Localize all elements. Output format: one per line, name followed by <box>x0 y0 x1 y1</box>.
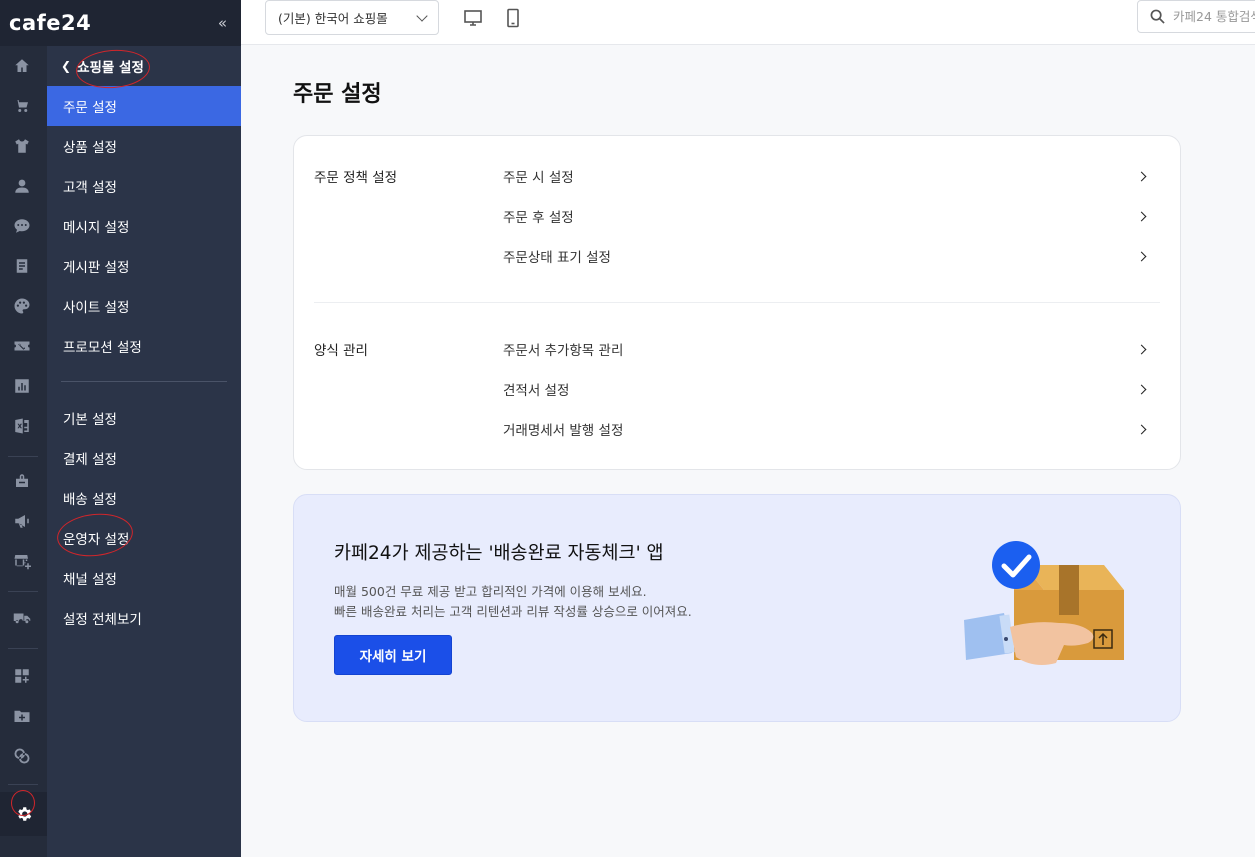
link-after-order-settings[interactable]: 주문 후 설정 <box>503 201 1149 231</box>
subnav-item-customer-settings[interactable]: 고객 설정 <box>47 166 241 206</box>
top-bar: (기본) 한국어 쇼핑몰 <box>241 0 1255 45</box>
chart-icon[interactable] <box>12 376 32 396</box>
apps-plus-icon[interactable] <box>12 666 32 686</box>
subnav-divider <box>61 381 227 382</box>
chat-icon[interactable] <box>12 216 32 236</box>
mobile-icon[interactable] <box>503 8 523 28</box>
coupon-icon[interactable] <box>12 336 32 356</box>
icon-rail <box>0 46 47 857</box>
chevron-right-icon <box>1136 171 1147 181</box>
link-label: 주문상태 표기 설정 <box>503 250 611 266</box>
promo-title: 카페24가 제공하는 '배송완료 자동체크' 앱 <box>334 543 664 564</box>
home-icon[interactable] <box>12 56 32 76</box>
chevron-right-icon <box>1136 344 1147 354</box>
palette-icon[interactable] <box>12 296 32 316</box>
subnav-item-order-settings[interactable]: 주문 설정 <box>47 86 241 126</box>
link-label: 주문 후 설정 <box>503 210 574 226</box>
shirt-icon[interactable] <box>12 136 32 156</box>
link-label: 주문 시 설정 <box>503 170 574 186</box>
chevron-right-icon <box>1136 384 1147 394</box>
subnav-item-message-settings[interactable]: 메시지 설정 <box>47 206 241 246</box>
subnav-item-site-settings[interactable]: 사이트 설정 <box>47 286 241 326</box>
link-quotation-settings[interactable]: 견적서 설정 <box>503 374 1149 404</box>
subnav-item-all-settings[interactable]: 설정 전체보기 <box>47 598 241 638</box>
promo-description-line2: 빠른 배송완료 처리는 고객 리텐션과 리뷰 작성률 상승으로 이어져요. <box>334 604 692 619</box>
order-settings-card: 주문 정책 설정 주문 시 설정 주문 후 설정 주문상태 표기 설정 양식 관… <box>293 135 1181 470</box>
chevron-right-icon <box>1136 424 1147 434</box>
collapse-sidebar-icon[interactable]: « <box>218 14 227 32</box>
search-icon <box>1150 9 1165 24</box>
logo-bar: cafe24 « <box>0 0 241 46</box>
chevron-right-icon <box>1136 211 1147 221</box>
back-to-shop-settings[interactable]: ❮ 쇼핑몰 설정 <box>61 54 144 78</box>
subnav-item-channel-settings[interactable]: 채널 설정 <box>47 558 241 598</box>
subnav-item-product-settings[interactable]: 상품 설정 <box>47 126 241 166</box>
subnav-item-payment-settings[interactable]: 결제 설정 <box>47 438 241 478</box>
chevron-right-icon <box>1136 251 1147 261</box>
subnav-item-board-settings[interactable]: 게시판 설정 <box>47 246 241 286</box>
search-input[interactable] <box>1173 9 1255 24</box>
shop-selector-value: (기본) 한국어 쇼핑몰 <box>278 11 388 26</box>
cart-icon[interactable] <box>12 96 32 116</box>
settings-subnav: ❮ 쇼핑몰 설정 주문 설정 상품 설정 고객 설정 메시지 설정 게시판 설정… <box>47 46 241 857</box>
page-title: 주문 설정 <box>293 82 382 107</box>
cafe24-logo[interactable]: cafe24 <box>9 11 91 35</box>
shop-plus-icon[interactable] <box>12 551 32 571</box>
section-divider <box>314 302 1160 303</box>
chevron-left-icon: ❮ <box>61 59 72 73</box>
rail-divider <box>8 648 38 649</box>
global-search[interactable] <box>1137 0 1255 33</box>
excel-icon[interactable] <box>12 416 32 436</box>
link-label: 거래명세서 발행 설정 <box>503 423 624 439</box>
link-order-time-settings[interactable]: 주문 시 설정 <box>503 161 1149 191</box>
rail-divider <box>8 784 38 785</box>
promo-banner: 카페24가 제공하는 '배송완료 자동체크' 앱 매월 500건 무료 제공 받… <box>293 494 1181 722</box>
rail-divider <box>8 591 38 592</box>
rail-divider <box>8 456 38 457</box>
section-label-order-policy: 주문 정책 설정 <box>314 170 398 186</box>
chevron-down-icon <box>416 9 428 22</box>
person-icon[interactable] <box>12 176 32 196</box>
settings-gear-icon[interactable] <box>0 792 47 836</box>
subnav-item-operator-settings[interactable]: 운영자 설정 <box>47 518 241 558</box>
link-order-form-extra-fields[interactable]: 주문서 추가항목 관리 <box>503 334 1149 364</box>
link-label: 견적서 설정 <box>503 383 570 399</box>
folder-plus-icon[interactable] <box>12 706 32 726</box>
megaphone-icon[interactable] <box>12 511 32 531</box>
promo-description-line1: 매월 500건 무료 제공 받고 합리적인 가격에 이용해 보세요. <box>334 584 647 599</box>
promo-detail-button[interactable]: 자세히 보기 <box>334 635 452 675</box>
link-transaction-statement-settings[interactable]: 거래명세서 발행 설정 <box>503 414 1149 444</box>
link-label: 주문서 추가항목 관리 <box>503 343 624 359</box>
document-icon[interactable] <box>12 256 32 276</box>
section-label-form-management: 양식 관리 <box>314 343 368 359</box>
subnav-item-shipping-settings[interactable]: 배송 설정 <box>47 478 241 518</box>
delivery-box-illustration <box>964 541 1124 665</box>
shop-selector[interactable]: (기본) 한국어 쇼핑몰 <box>265 0 439 35</box>
copy-icon[interactable] <box>12 746 32 766</box>
subnav-item-basic-settings[interactable]: 기본 설정 <box>47 398 241 438</box>
store-icon[interactable] <box>12 471 32 491</box>
desktop-icon[interactable] <box>463 8 483 28</box>
subnav-item-promotion-settings[interactable]: 프로모션 설정 <box>47 326 241 366</box>
subnav-back-label: 쇼핑몰 설정 <box>77 60 144 76</box>
truck-icon[interactable] <box>12 608 32 628</box>
link-order-status-display-settings[interactable]: 주문상태 표기 설정 <box>503 241 1149 271</box>
